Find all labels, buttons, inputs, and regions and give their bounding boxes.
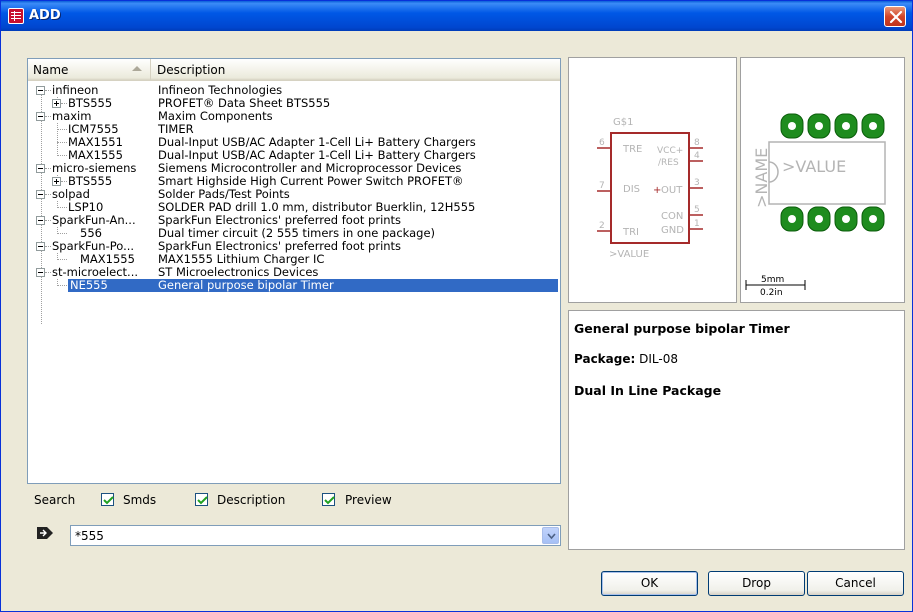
checkmark-icon [197,496,208,505]
chevron-down-icon [547,533,556,540]
svg-text:OUT: OUT [661,185,683,196]
svg-text:7: 7 [599,181,605,191]
package-footprint-drawing: >VALUE >NAME 5mm 0.2in [745,113,886,298]
package-description: Dual In Line Package [574,383,722,398]
package-name-label: >NAME [752,148,771,208]
checkmark-icon [324,496,335,505]
list-item-selected[interactable]: NE555 General purpose bipolar Timer [28,279,560,292]
sort-ascending-icon [132,66,142,71]
svg-text:/RES: /RES [658,158,679,168]
drop-button[interactable]: Drop [708,571,805,596]
svg-text:TRE: TRE [622,144,642,155]
svg-text:8: 8 [694,138,700,148]
list-item[interactable]: BTS555 PROFET® Data Sheet BTS555 [28,97,560,110]
expand-icon[interactable] [52,99,61,108]
svg-text:CON: CON [661,211,683,222]
package-line: Package: DIL-08 [574,352,678,366]
svg-text:TRI: TRI [622,227,639,238]
window-title: ADD [29,8,61,23]
collapse-icon[interactable] [36,164,45,173]
symbol-value-label: >VALUE [609,249,649,260]
smds-checkbox[interactable] [101,493,114,506]
collapse-icon[interactable] [36,190,45,199]
list-item[interactable]: BTS555 Smart Highside High Current Power… [28,175,560,188]
svg-text:3: 3 [694,178,700,188]
checkmark-icon [103,496,114,505]
list-rows: infineon Infineon Technologies BTS555 PR… [28,84,560,324]
search-label: Search [34,493,76,507]
svg-text:6: 6 [599,138,605,148]
title-bar[interactable]: ADD [1,1,912,31]
search-input-value: *555 [75,529,104,543]
preview-checkbox[interactable] [322,493,335,506]
collapse-icon[interactable] [36,216,45,225]
svg-text:VCC+: VCC+ [657,146,683,156]
column-header-description[interactable]: Description [152,59,560,80]
gate-label: G$1 [613,117,633,128]
schematic-symbol-drawing: G$1 6 7 2 8 4 3 5 1 TRE DIS TRI VCC+ /RE… [597,117,703,260]
cancel-button[interactable]: Cancel [807,571,904,596]
add-dialog: ADD Name Description infineon Infineon T… [0,0,913,612]
svg-text:>VALUE: >VALUE [782,157,846,176]
collapse-icon[interactable] [36,242,45,251]
collapse-icon[interactable] [36,112,45,121]
symbol-preview: G$1 6 7 2 8 4 3 5 1 TRE DIS TRI VCC+ /RE… [568,57,737,303]
smds-label[interactable]: Smds [123,493,156,507]
search-tag-icon [37,527,53,539]
part-description-panel: General purpose bipolar Timer Package: D… [568,310,905,550]
preview-label[interactable]: Preview [345,493,392,507]
package-preview: >VALUE >NAME 5mm 0.2in [740,57,905,303]
collapse-icon[interactable] [36,86,45,95]
description-label[interactable]: Description [217,493,285,507]
svg-text:GND: GND [661,225,684,236]
search-input[interactable]: *555 [70,525,561,546]
collapse-icon[interactable] [36,268,45,277]
svg-text:1: 1 [694,219,700,229]
expand-icon[interactable] [52,177,61,186]
part-title: General purpose bipolar Timer [574,321,790,336]
svg-text:5mm: 5mm [761,275,784,285]
list-header: Name Description [28,59,560,81]
library-list[interactable]: Name Description infineon Infineon Techn… [27,58,561,484]
svg-text:4: 4 [694,151,700,161]
close-icon [889,10,903,24]
app-icon [8,8,24,24]
svg-text:5: 5 [694,205,700,215]
ok-button[interactable]: OK [601,571,698,596]
svg-text:2: 2 [599,221,605,231]
description-checkbox[interactable] [195,493,208,506]
search-dropdown-button[interactable] [542,527,559,544]
close-button[interactable] [884,6,906,27]
svg-text:DIS: DIS [623,184,640,195]
svg-text:0.2in: 0.2in [760,288,783,298]
